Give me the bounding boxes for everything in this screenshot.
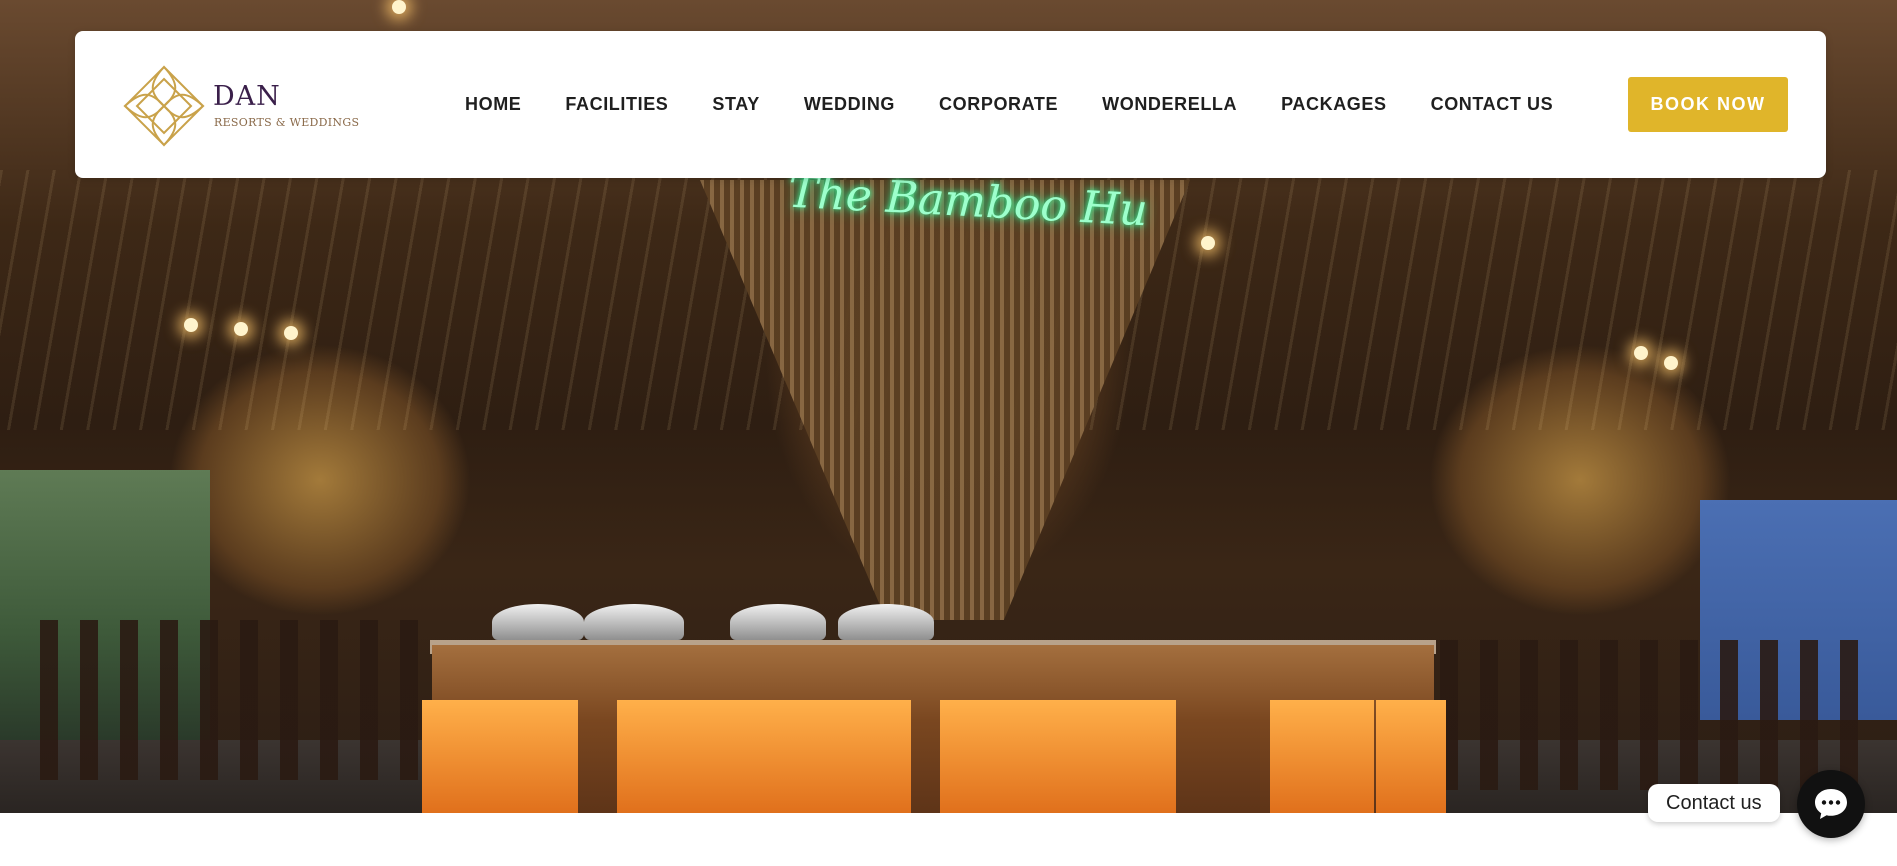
counter-glow-panel [1376, 700, 1446, 813]
counter-glow-panel [1270, 700, 1374, 813]
brand-name: DAN [213, 81, 281, 112]
nav-wonderella[interactable]: WONDERELLA [1102, 94, 1237, 115]
pendant-light [392, 0, 406, 14]
chat-bubble-icon [1815, 789, 1847, 819]
pendant-light [1634, 346, 1648, 360]
chafing-dish [730, 604, 826, 640]
counter-glow-panel [617, 700, 911, 813]
lotus-diamond-logo-icon [123, 65, 205, 147]
contact-us-label[interactable]: Contact us [1648, 784, 1780, 822]
site-header: DAN RESORTS & WEDDINGS HOME FACILITIES S… [75, 31, 1826, 178]
pendant-light [1201, 236, 1215, 250]
pendant-light [1664, 356, 1678, 370]
dining-chairs-right [1440, 640, 1880, 790]
main-nav: HOME FACILITIES STAY WEDDING CORPORATE W… [465, 31, 1597, 178]
chat-button[interactable] [1797, 770, 1865, 838]
brand-logo[interactable]: DAN RESORTS & WEDDINGS [121, 61, 361, 151]
chafing-dish [584, 604, 684, 640]
nav-stay[interactable]: STAY [712, 94, 759, 115]
pendant-light [184, 318, 198, 332]
counter-glow-panel [422, 700, 488, 813]
counter-glow-panel [940, 700, 1176, 813]
nav-contact-us[interactable]: CONTACT US [1431, 94, 1554, 115]
pendant-light [284, 326, 298, 340]
chafing-dish [838, 604, 934, 640]
dining-chairs-left [40, 620, 430, 780]
nav-wedding[interactable]: WEDDING [804, 94, 895, 115]
brand-tagline: RESORTS & WEDDINGS [214, 116, 360, 129]
nav-facilities[interactable]: FACILITIES [565, 94, 668, 115]
pendant-light [234, 322, 248, 336]
book-now-button[interactable]: BOOK NOW [1628, 77, 1788, 132]
nav-packages[interactable]: PACKAGES [1281, 94, 1386, 115]
nav-corporate[interactable]: CORPORATE [939, 94, 1058, 115]
nav-home[interactable]: HOME [465, 94, 521, 115]
chafing-dish [492, 604, 584, 640]
counter-glow-panel [486, 700, 578, 813]
